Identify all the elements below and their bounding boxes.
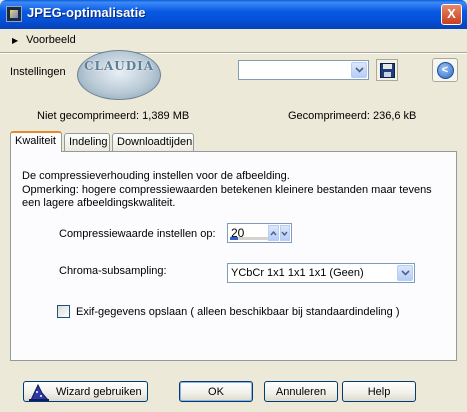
note-text: Opmerking: hogere compressiewaarden bete… [22,184,432,209]
close-button[interactable]: X [441,4,462,25]
reset-icon: < [436,61,454,79]
logo-text: CLAUDIA [83,59,155,73]
spinner-up-button[interactable] [268,225,279,241]
description-text: De compressieverhouding instellen voor d… [22,170,290,182]
divider-highlight [0,53,467,54]
help-label: Help [367,385,391,398]
app-icon [6,6,22,22]
chroma-value: YCbCr 1x1 1x1 1x1 (Geen) [231,267,364,279]
tab-downloadtijden[interactable]: Downloadtijden [112,133,194,151]
chevron-down-icon [281,231,288,236]
cancel-button[interactable]: Annuleren [264,381,338,402]
chevron-up-icon [270,230,277,235]
wizard-hat-icon [29,383,50,401]
chevron-down-icon[interactable] [351,62,367,78]
cancel-label: Annuleren [275,385,327,398]
preset-input[interactable] [239,61,352,79]
chroma-dropdown[interactable]: YCbCr 1x1 1x1 1x1 (Geen) [227,263,415,283]
uncompressed-size: Niet gecomprimeerd: 1,389 MB [37,110,190,122]
preview-label: Voorbeeld [26,34,76,46]
wizard-button[interactable]: Wizard gebruiken [23,381,148,402]
spinner-down-button[interactable] [279,225,290,241]
settings-label: Instellingen [10,66,66,78]
spinner-buttons [268,225,290,241]
quality-tab-panel [10,151,457,361]
window-title: JPEG-optimalisatie [27,5,146,20]
ok-button[interactable]: OK [179,381,253,402]
jpeg-optimization-dialog: JPEG-optimalisatie X ▶ Voorbeeld Instell… [0,0,467,412]
ok-label: OK [208,385,224,398]
tab-kwaliteit[interactable]: Kwaliteit [10,131,62,152]
compressed-size: Gecomprimeerd: 236,6 kB [288,110,417,122]
reset-button[interactable]: < [432,58,458,82]
claudia-logo: CLAUDIA [77,50,161,100]
compression-level-bar [230,237,268,240]
exif-option[interactable]: Exif-gegevens opslaan ( alleen beschikba… [57,305,399,318]
preset-dropdown[interactable] [238,60,369,80]
close-icon: X [447,6,456,21]
preview-toggle[interactable]: ▶ Voorbeeld [12,34,76,46]
floppy-disk-icon [379,62,395,78]
compression-label: Compressiewaarde instellen op: [59,228,216,240]
triangle-right-icon: ▶ [12,35,19,45]
save-preset-button[interactable] [376,59,398,81]
chroma-label: Chroma-subsampling: [59,265,167,277]
wizard-label: Wizard gebruiken [56,385,142,398]
exif-label: Exif-gegevens opslaan ( alleen beschikba… [76,305,400,318]
tab-indeling[interactable]: Indeling [64,133,110,151]
compression-spinner[interactable] [227,223,292,243]
exif-checkbox[interactable] [57,305,70,318]
title-bar: JPEG-optimalisatie X [0,0,467,29]
help-button[interactable]: Help [342,381,416,402]
chevron-down-icon[interactable] [397,265,413,281]
